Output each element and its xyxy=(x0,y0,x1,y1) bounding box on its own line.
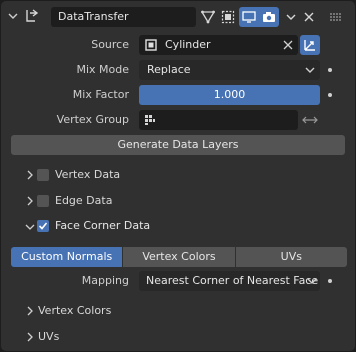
mix-mode-dropdown[interactable]: Replace xyxy=(139,60,320,80)
data-transfer-icon xyxy=(23,7,41,25)
mix-factor-label: Mix Factor xyxy=(72,88,129,101)
vertex-group-label: Vertex Group xyxy=(56,113,129,126)
object-icon xyxy=(145,39,157,51)
source-object-name: Cylinder xyxy=(165,38,211,51)
face-corner-data-checkbox[interactable] xyxy=(37,220,49,232)
mix-factor-slider[interactable]: 1.000 xyxy=(139,85,320,105)
chevron-right-icon[interactable] xyxy=(26,332,34,342)
close-icon[interactable] xyxy=(301,8,317,26)
edge-data-label[interactable]: Edge Data xyxy=(55,191,112,211)
mapping-value: Nearest Corner of Nearest Face xyxy=(146,274,319,287)
tab-custom-normals[interactable]: Custom Normals xyxy=(11,247,124,267)
mapping-label: Mapping xyxy=(81,274,129,287)
keyframe-dot-icon[interactable] xyxy=(328,68,332,72)
edit-mode-icon[interactable] xyxy=(199,8,217,26)
keyframe-dot-icon[interactable] xyxy=(328,279,332,283)
source-label: Source xyxy=(91,38,129,51)
modifier-panel: DataTransfer Source Cylinder Mix Mode Re… xyxy=(1,1,355,351)
uvs-subpanel-label[interactable]: UVs xyxy=(38,327,59,347)
mix-mode-label: Mix Mode xyxy=(76,63,129,76)
vertex-group-field[interactable] xyxy=(139,110,298,130)
on-cage-icon[interactable] xyxy=(219,8,237,26)
source-object-field[interactable]: Cylinder xyxy=(139,35,298,55)
chevron-right-icon[interactable] xyxy=(26,196,34,206)
dropdown-chevron-icon[interactable] xyxy=(283,8,299,26)
clear-icon[interactable] xyxy=(283,40,293,50)
modifier-name-field[interactable]: DataTransfer xyxy=(51,7,196,27)
generate-data-layers-button[interactable]: Generate Data Layers xyxy=(11,135,345,155)
chevron-right-icon[interactable] xyxy=(26,306,34,316)
tab-vertex-colors[interactable]: Vertex Colors xyxy=(123,247,236,267)
mapping-dropdown[interactable]: Nearest Corner of Nearest Face xyxy=(139,271,320,291)
tab-uvs[interactable]: UVs xyxy=(235,247,347,267)
object-transform-icon[interactable] xyxy=(300,35,320,55)
invert-arrows-icon[interactable] xyxy=(300,110,320,130)
edge-data-checkbox[interactable] xyxy=(37,195,49,207)
vertex-data-checkbox[interactable] xyxy=(37,169,49,181)
chevron-down-icon xyxy=(307,277,317,285)
face-corner-data-label[interactable]: Face Corner Data xyxy=(55,216,150,236)
vertex-group-icon xyxy=(144,114,156,126)
data-type-tabs: Custom Normals Vertex Colors UVs xyxy=(11,247,347,267)
chevron-down-icon xyxy=(305,66,315,74)
checkmark-icon xyxy=(38,222,48,230)
mix-mode-value: Replace xyxy=(147,63,191,76)
vertex-colors-subpanel-label[interactable]: Vertex Colors xyxy=(38,301,111,321)
chevron-down-icon[interactable] xyxy=(25,223,35,231)
drag-handle-icon[interactable] xyxy=(325,8,347,26)
collapse-chevron-icon[interactable] xyxy=(7,8,19,24)
vertex-data-label[interactable]: Vertex Data xyxy=(55,165,120,185)
keyframe-dot-icon[interactable] xyxy=(328,93,332,97)
modifier-header: DataTransfer xyxy=(1,3,355,29)
realtime-display-icon[interactable] xyxy=(239,7,259,27)
render-camera-icon[interactable] xyxy=(259,7,279,27)
chevron-right-icon[interactable] xyxy=(26,170,34,180)
